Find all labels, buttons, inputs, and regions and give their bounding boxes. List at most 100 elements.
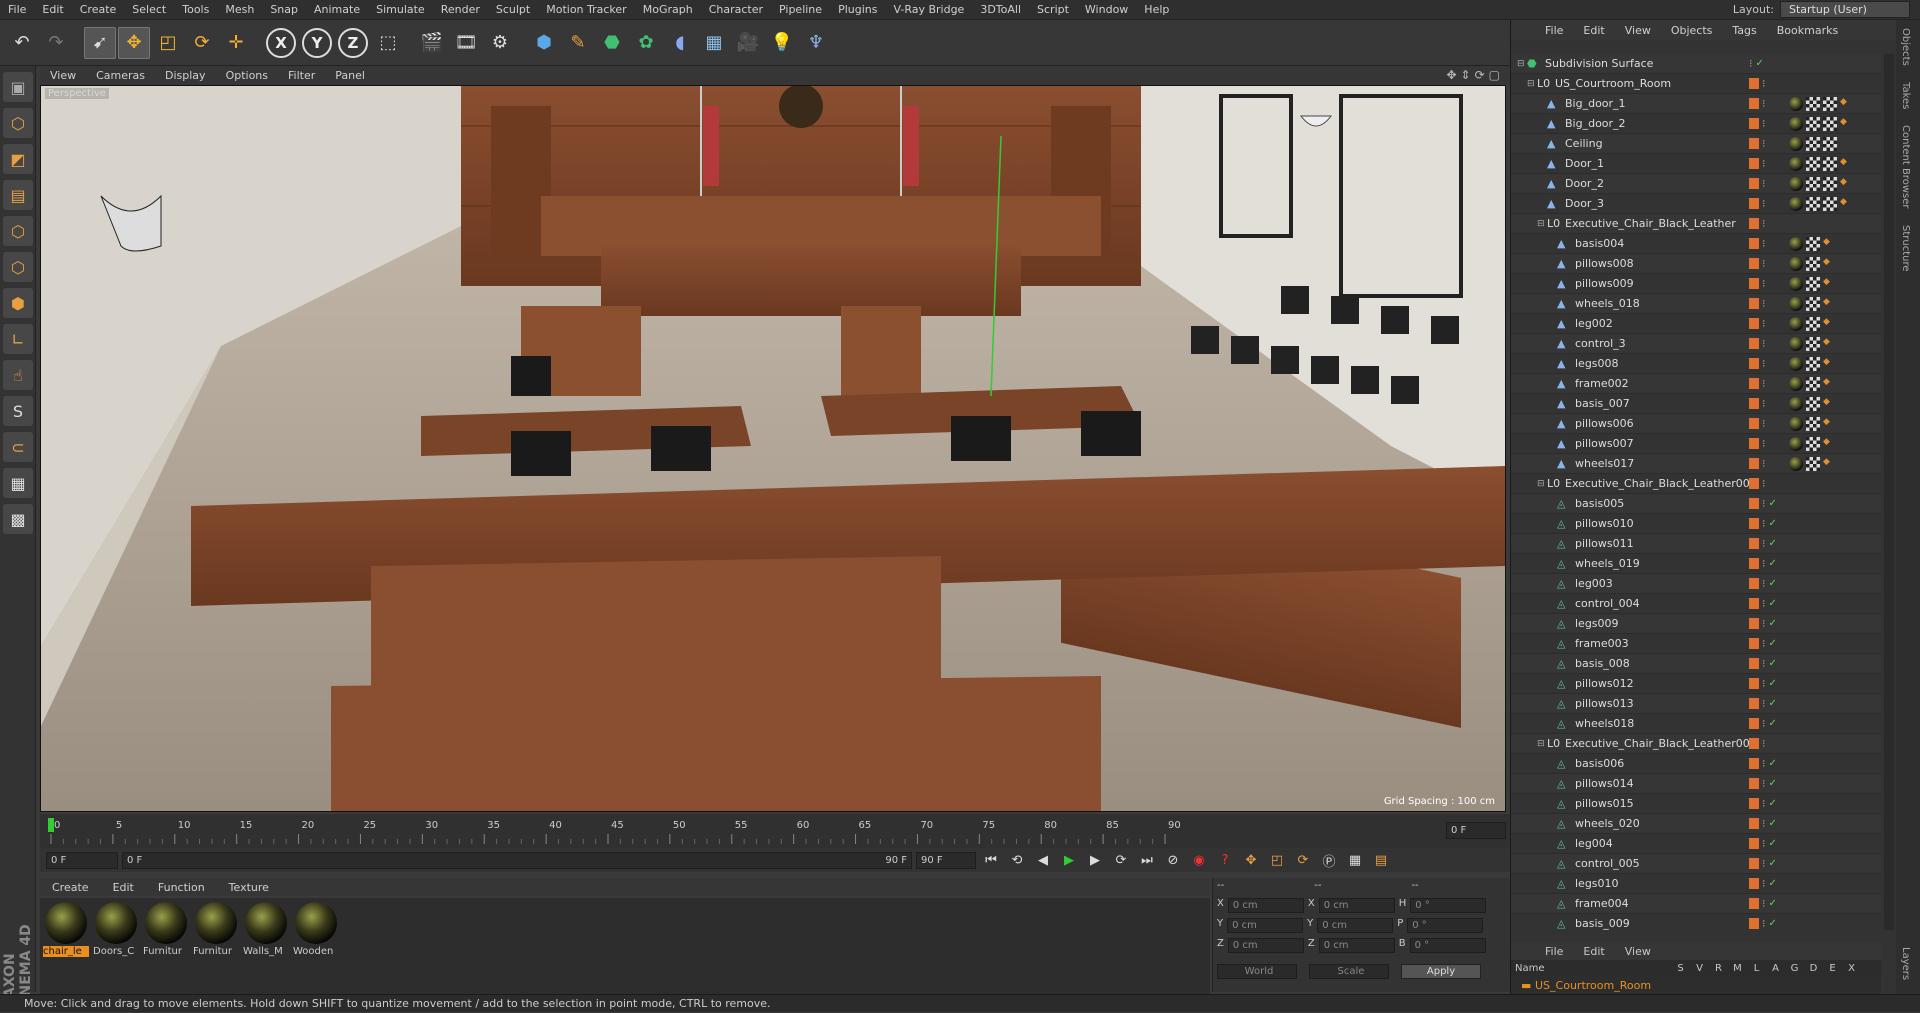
model-mode-icon[interactable]: ⬡ — [3, 108, 33, 138]
material-tag-icon[interactable] — [1789, 437, 1803, 451]
texture-tag-icon[interactable] — [1823, 157, 1837, 171]
viewport-nav-icons[interactable]: ✥⇕⟳▢ — [1446, 68, 1504, 82]
object-row[interactable]: ▲pillows007⁝◆ — [1511, 434, 1881, 454]
object-row[interactable]: ◬wheels018⁝✓ — [1511, 714, 1881, 734]
menu-item-simulate[interactable]: Simulate — [368, 3, 433, 16]
rotate-tool-icon[interactable]: ⟳ — [186, 27, 218, 59]
key-scale-icon[interactable]: ◰ — [1266, 850, 1288, 870]
visibility-dots-icon[interactable]: ⁝ — [1762, 517, 1766, 530]
object-row[interactable]: ⊟⬣Subdivision Surface⁝✓ — [1511, 54, 1881, 74]
render-view-icon[interactable]: 🎬 — [416, 27, 448, 59]
object-visibility-flags[interactable]: ⁝✓ — [1749, 777, 1777, 790]
menu-item-3dtoall[interactable]: 3DToAll — [972, 3, 1029, 16]
object-visibility-flags[interactable]: ⁝✓ — [1749, 517, 1777, 530]
floor-icon[interactable]: ▦ — [698, 27, 730, 59]
edges-mode-icon[interactable]: ⬡ — [3, 252, 33, 282]
object-visibility-flags[interactable]: ⁝✓ — [1749, 917, 1777, 930]
object-visibility-flags[interactable]: ⁝✓ — [1749, 877, 1777, 890]
uvw-tag-icon[interactable] — [1806, 237, 1820, 251]
frame-range-slider[interactable]: 0 F90 F — [122, 852, 912, 869]
object-row[interactable]: ◬legs010⁝✓ — [1511, 874, 1881, 894]
visibility-dots-icon[interactable]: ⁝ — [1762, 457, 1766, 470]
menu-item-pipeline[interactable]: Pipeline — [771, 3, 830, 16]
object-row[interactable]: ◬control_004⁝✓ — [1511, 594, 1881, 614]
loop-forward-icon[interactable]: ⟳ — [1110, 850, 1132, 870]
viewport-menu-options[interactable]: Options — [216, 69, 278, 82]
undo-icon[interactable]: ↶ — [6, 27, 38, 59]
visibility-dots-icon[interactable]: ⁝ — [1762, 857, 1766, 870]
object-row[interactable]: ▲pillows009⁝◆ — [1511, 274, 1881, 294]
enabled-check-icon[interactable]: ✓ — [1769, 878, 1777, 889]
material-menu-edit[interactable]: Edit — [101, 881, 146, 894]
object-row[interactable]: ▲Door_3⁝◆ — [1511, 194, 1881, 214]
play-icon[interactable]: ▶ — [1058, 850, 1080, 870]
transform-tool-icon[interactable]: ✛ — [220, 27, 252, 59]
object-visibility-flags[interactable]: ⁝✓ — [1749, 537, 1777, 550]
key-param-icon[interactable]: Ⓟ — [1318, 850, 1340, 870]
phong-tag-icon[interactable]: ◆ — [1823, 257, 1831, 269]
object-row[interactable]: ▲pillows006⁝◆ — [1511, 414, 1881, 434]
uvw-tag-icon[interactable] — [1806, 337, 1820, 351]
material-swatch[interactable]: Walls_M — [244, 902, 288, 990]
layer-menu-file[interactable]: File — [1535, 945, 1573, 958]
material-tag-icon[interactable] — [1789, 297, 1803, 311]
object-row[interactable]: ▲Big_door_2⁝◆ — [1511, 114, 1881, 134]
uvw-tag-icon[interactable] — [1806, 457, 1820, 471]
object-visibility-flags[interactable]: ⁝✓ — [1749, 617, 1777, 630]
menu-item-file[interactable]: File — [0, 3, 34, 16]
coordinate-system-icon[interactable]: ⬚ — [372, 27, 404, 59]
keyframe-icon[interactable]: ⊘ — [1162, 850, 1184, 870]
enabled-check-icon[interactable]: ✓ — [1769, 518, 1777, 529]
object-row[interactable]: ▲wheels017⁝◆ — [1511, 454, 1881, 474]
visibility-dots-icon[interactable]: ⁝ — [1762, 437, 1766, 450]
phong-tag-icon[interactable]: ◆ — [1823, 417, 1831, 429]
redo-icon[interactable]: ↷ — [40, 27, 72, 59]
object-menu-bookmarks[interactable]: Bookmarks — [1767, 24, 1848, 37]
enabled-check-icon[interactable]: ✓ — [1769, 858, 1777, 869]
workplane-icon[interactable]: ▤ — [3, 180, 33, 210]
material-tag-icon[interactable] — [1789, 197, 1803, 211]
phong-tag-icon[interactable]: ◆ — [1823, 277, 1831, 289]
enabled-check-icon[interactable]: ✓ — [1769, 698, 1777, 709]
uvw-tag-icon[interactable] — [1806, 377, 1820, 391]
tweak-mode-icon[interactable]: ☝ — [3, 360, 33, 390]
visibility-dots-icon[interactable]: ⁝ — [1762, 97, 1766, 110]
enabled-check-icon[interactable]: ✓ — [1769, 578, 1777, 589]
material-swatch[interactable]: Wooden — [294, 902, 338, 990]
object-menu-file[interactable]: File — [1535, 24, 1573, 37]
material-tag-icon[interactable] — [1789, 317, 1803, 331]
uvw-tag-icon[interactable] — [1806, 417, 1820, 431]
coord-value-field[interactable]: 0 ° — [1407, 918, 1483, 933]
visibility-dots-icon[interactable]: ⁝ — [1762, 237, 1766, 250]
x-axis-lock-icon[interactable]: X — [266, 28, 296, 58]
layer-row[interactable]: ▬US_Courtroom_Room — [1511, 976, 1881, 994]
object-row[interactable]: ⊟L0Executive_Chair_Black_Leather002⁝ — [1511, 734, 1881, 754]
object-visibility-flags[interactable]: ⁝✓ — [1749, 717, 1777, 730]
texture-tag-icon[interactable] — [1823, 97, 1837, 111]
object-visibility-flags[interactable]: ⁝✓ — [1749, 797, 1777, 810]
polygons-mode-icon[interactable]: ⬢ — [3, 288, 33, 318]
object-visibility-flags[interactable]: ⁝ — [1749, 397, 1766, 410]
object-visibility-flags[interactable]: ⁝✓ — [1749, 597, 1777, 610]
visibility-dots-icon[interactable]: ⁝ — [1762, 737, 1766, 750]
visibility-dots-icon[interactable]: ⁝ — [1762, 397, 1766, 410]
render-settings-icon[interactable]: ⚙ — [484, 27, 516, 59]
side-tab-layers[interactable]: Layers — [1896, 939, 1915, 988]
enabled-check-icon[interactable]: ✓ — [1769, 838, 1777, 849]
visibility-dots-icon[interactable]: ⁝ — [1762, 797, 1766, 810]
axis-mode-icon[interactable]: ∟ — [3, 324, 33, 354]
material-tag-icon[interactable] — [1789, 357, 1803, 371]
phong-tag-icon[interactable]: ◆ — [1840, 117, 1848, 129]
visibility-dots-icon[interactable]: ⁝ — [1762, 217, 1766, 230]
menu-item-plugins[interactable]: Plugins — [830, 3, 885, 16]
next-frame-icon[interactable]: ▶ — [1084, 850, 1106, 870]
object-visibility-flags[interactable]: ⁝ — [1749, 437, 1766, 450]
enabled-check-icon[interactable]: ✓ — [1769, 558, 1777, 569]
object-visibility-flags[interactable]: ⁝ — [1749, 257, 1766, 270]
object-visibility-flags[interactable]: ⁝ — [1749, 417, 1766, 430]
object-row[interactable]: ◬leg003⁝✓ — [1511, 574, 1881, 594]
enabled-check-icon[interactable]: ✓ — [1769, 658, 1777, 669]
cloner-icon[interactable]: ✿ — [630, 27, 662, 59]
object-visibility-flags[interactable]: ⁝ — [1749, 157, 1766, 170]
menu-item-character[interactable]: Character — [701, 3, 771, 16]
